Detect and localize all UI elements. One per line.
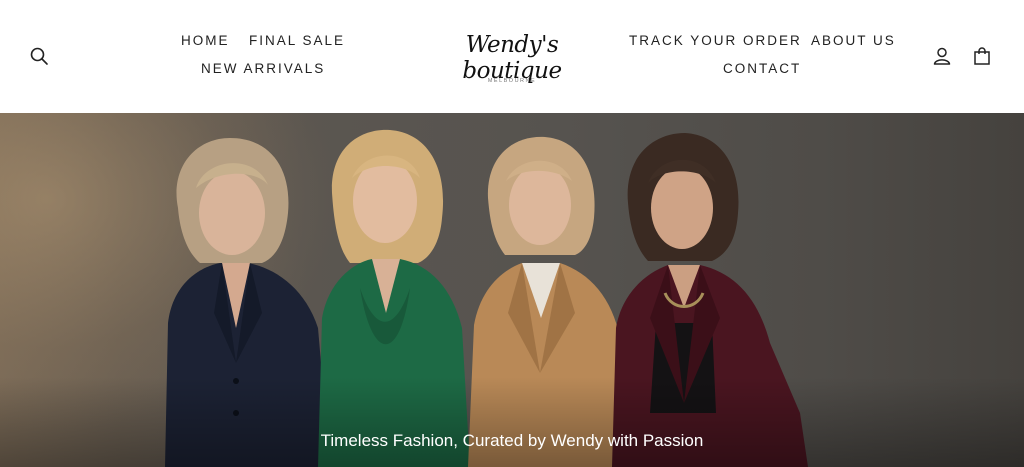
hero-banner[interactable]: Timeless Fashion, Curated by Wendy with … <box>0 113 1024 467</box>
search-icon[interactable] <box>29 46 49 66</box>
hero-caption: Timeless Fashion, Curated by Wendy with … <box>320 431 704 450</box>
nav-about-us-link[interactable]: ABOUT US <box>811 33 896 49</box>
cart-icon[interactable] <box>972 46 992 66</box>
site-header: HOME FINAL SALE NEW ARRIVALS Wendy's bou… <box>0 0 1024 113</box>
logo-subtitle: MELBOURNE <box>487 78 537 84</box>
nav-final-sale-link[interactable]: FINAL SALE <box>249 33 345 49</box>
nav-contact-link[interactable]: CONTACT <box>723 61 801 77</box>
brand-logo[interactable]: Wendy's boutique MELBOURNE <box>432 30 592 92</box>
logo-wordmark: Wendy's boutique <box>462 32 562 84</box>
nav-track-order-link[interactable]: TRACK YOUR ORDER <box>629 33 802 49</box>
hero-caption-shade <box>0 377 1024 467</box>
nav-home-link[interactable]: HOME <box>181 33 230 49</box>
account-icon[interactable] <box>932 46 952 66</box>
nav-new-arrivals-link[interactable]: NEW ARRIVALS <box>201 61 325 77</box>
